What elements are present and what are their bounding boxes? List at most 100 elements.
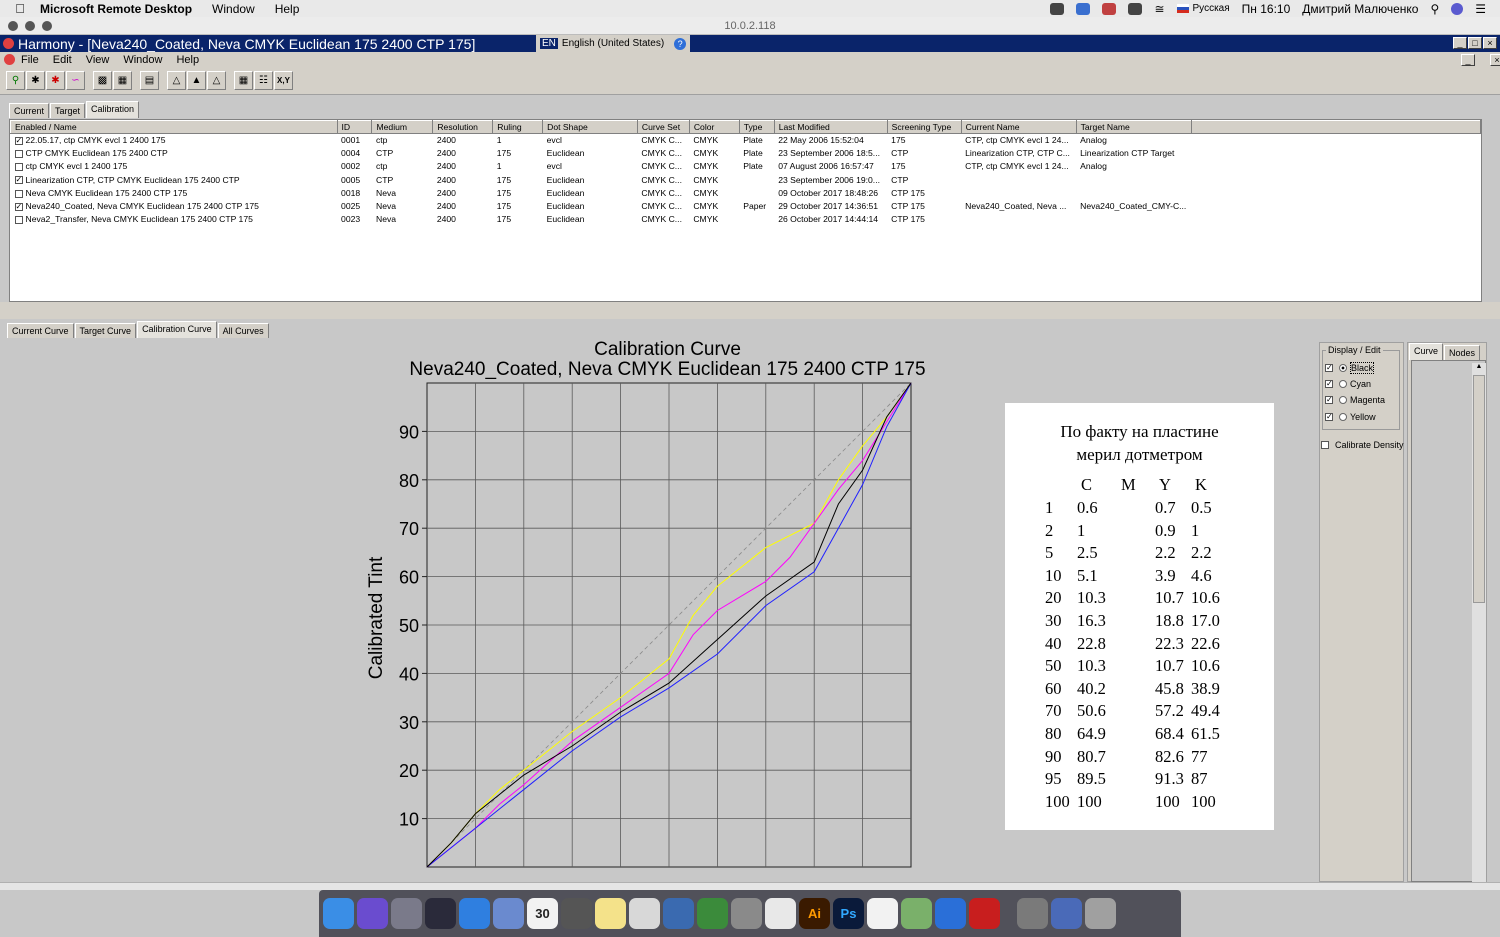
dock-teamviewer-icon[interactable] xyxy=(935,898,966,929)
channel-option-cyan[interactable]: ✓ Cyan xyxy=(1325,379,1371,389)
user-name[interactable]: Дмитрий Малюченко xyxy=(1302,2,1418,16)
enabled-checkbox[interactable] xyxy=(14,163,23,172)
close-icon[interactable] xyxy=(8,21,18,31)
column-header[interactable]: Color xyxy=(688,120,740,134)
asterisk-icon[interactable]: ✱ xyxy=(26,71,45,90)
enabled-checkbox[interactable] xyxy=(14,215,23,224)
child-minimize-button[interactable]: _ xyxy=(1461,54,1475,66)
print-icon[interactable]: ▤ xyxy=(140,71,159,90)
tab-current-curve[interactable]: Current Curve xyxy=(7,323,74,338)
asterisk-color-icon[interactable]: ✱ xyxy=(46,71,65,90)
dock-finder-icon[interactable] xyxy=(323,898,354,929)
column-header[interactable]: Enabled / Name xyxy=(10,120,338,134)
dock-photoshop-icon[interactable]: Ps xyxy=(833,898,864,929)
xy-button[interactable]: X,Y xyxy=(274,71,293,90)
close-button[interactable]: × xyxy=(1483,37,1497,49)
calibrate-density-checkbox[interactable] xyxy=(1321,441,1329,449)
search-icon[interactable]: ⚲ xyxy=(1430,2,1439,16)
mac-app-name[interactable]: Microsoft Remote Desktop xyxy=(40,2,192,16)
probe-icon[interactable]: ⚲ xyxy=(6,71,25,90)
maximize-button[interactable]: □ xyxy=(1468,37,1482,49)
status-icon[interactable] xyxy=(1050,2,1065,15)
dock-system-preferences-icon[interactable] xyxy=(731,898,762,929)
enabled-checkbox[interactable] xyxy=(14,189,23,198)
splitter[interactable] xyxy=(0,302,1500,319)
table-row[interactable]: Neva2_Transfer, Neva CMYK Euclidean 175 … xyxy=(11,213,1481,226)
dock-downloads-icon[interactable] xyxy=(1051,898,1082,929)
child-close-button[interactable]: × xyxy=(1490,54,1500,66)
dock-launchpad-icon[interactable] xyxy=(391,898,422,929)
table-icon[interactable]: ▦ xyxy=(234,71,253,90)
status-icon[interactable] xyxy=(1102,2,1117,15)
minimize-icon[interactable] xyxy=(25,21,35,31)
menu-window[interactable]: Window xyxy=(123,54,162,66)
dock-thunderbird-icon[interactable] xyxy=(663,898,694,929)
channel-option-black[interactable]: ✓ Black xyxy=(1325,362,1375,374)
column-header[interactable]: Last Modified xyxy=(773,120,888,134)
enabled-checkbox[interactable]: ✓ xyxy=(14,176,23,185)
scroll-thumb[interactable] xyxy=(1473,375,1485,603)
table-row[interactable]: CTP CMYK Euclidean 175 2400 CTP 0004 CTP 24… xyxy=(11,147,1481,160)
grid-icon[interactable]: ☷ xyxy=(254,71,273,90)
channel-radio[interactable] xyxy=(1339,364,1347,372)
column-header[interactable]: Resolution xyxy=(432,120,494,134)
tab-current[interactable]: Current xyxy=(9,103,50,118)
dock-preview-icon[interactable] xyxy=(629,898,660,929)
column-header[interactable]: Target Name xyxy=(1075,120,1192,134)
dock-acrobat-icon[interactable] xyxy=(867,898,898,929)
dock-calendar-icon[interactable]: 30 xyxy=(527,898,558,929)
tab-target[interactable]: Target xyxy=(50,103,86,118)
table-row[interactable]: ctp CMYK evcl 1 2400 175 0002 ctp 2400 1 evcl… xyxy=(11,160,1481,173)
menu-view[interactable]: View xyxy=(86,54,110,66)
enabled-checkbox[interactable]: ✓ xyxy=(14,137,23,146)
channel-radio[interactable] xyxy=(1339,396,1347,404)
status-icon[interactable] xyxy=(1128,2,1143,15)
dock-acrobat-reader-icon[interactable] xyxy=(969,898,1000,929)
channel-option-magenta[interactable]: ✓ Magenta xyxy=(1325,395,1385,405)
table-row[interactable]: ✓ Neva240_Coated, Neva CMYK Euclidean 175… xyxy=(11,199,1481,212)
clock[interactable]: Пн 16:10 xyxy=(1242,2,1291,16)
chart-icon[interactable]: △ xyxy=(167,71,186,90)
dock-safari-icon[interactable] xyxy=(459,898,490,929)
dock-remote-icon[interactable] xyxy=(765,898,796,929)
channel-radio[interactable] xyxy=(1339,412,1347,421)
menu-file[interactable]: File xyxy=(21,54,39,66)
channel-checkbox[interactable]: ✓ xyxy=(1325,379,1333,388)
table-row[interactable]: Neva CMYK Euclidean 175 2400 CTP 175 0018… xyxy=(11,186,1481,199)
column-header[interactable]: Curve Set xyxy=(636,120,690,134)
curve-icon[interactable]: ∽ xyxy=(66,71,85,90)
enabled-checkbox[interactable]: ✓ xyxy=(14,202,23,211)
horizontal-scrollbar[interactable] xyxy=(0,882,1500,890)
menu-edit[interactable]: Edit xyxy=(53,54,72,66)
tab-curve[interactable]: Curve xyxy=(1409,343,1444,360)
channel-radio[interactable] xyxy=(1339,379,1347,388)
open-icon[interactable]: ▩ xyxy=(93,71,112,90)
chart-multi-icon[interactable]: △ xyxy=(207,71,226,90)
channel-checkbox[interactable]: ✓ xyxy=(1325,364,1333,372)
tab-calibration[interactable]: Calibration xyxy=(86,101,140,118)
column-header[interactable]: Type xyxy=(738,120,775,134)
apple-icon[interactable]:  xyxy=(0,1,40,16)
dock-photos-icon[interactable] xyxy=(1017,898,1048,929)
column-header[interactable]: Ruling xyxy=(492,120,544,134)
column-header[interactable]: ID xyxy=(336,120,373,134)
channel-option-yellow[interactable]: ✓ Yellow xyxy=(1325,412,1376,422)
tab-nodes[interactable]: Nodes xyxy=(1444,345,1481,360)
dock-mail-icon[interactable] xyxy=(493,898,524,929)
dock-trash-icon[interactable] xyxy=(1085,898,1116,929)
column-header[interactable]: Medium xyxy=(371,120,434,134)
maximize-icon[interactable] xyxy=(42,21,52,31)
channel-checkbox[interactable]: ✓ xyxy=(1325,412,1333,421)
curve-list-scrollbar[interactable]: ▲ xyxy=(1472,363,1486,882)
calibration-chart[interactable]: 10 20 30 40 50 60 70 80 90 Calibrated Tint xyxy=(360,378,920,878)
mac-menu-help[interactable]: Help xyxy=(275,2,300,16)
scroll-up-icon[interactable]: ▲ xyxy=(1472,363,1486,373)
wifi-icon[interactable]: ≅ xyxy=(1154,2,1164,16)
mac-menu-window[interactable]: Window xyxy=(212,2,255,16)
enabled-checkbox[interactable] xyxy=(14,150,23,159)
menu-icon[interactable]: ☰ xyxy=(1475,2,1486,16)
dock-notes-icon[interactable] xyxy=(595,898,626,929)
tab-target-curve[interactable]: Target Curve xyxy=(74,323,137,338)
column-header[interactable]: Screening Type xyxy=(886,120,962,134)
help-icon[interactable]: ? xyxy=(674,37,687,50)
